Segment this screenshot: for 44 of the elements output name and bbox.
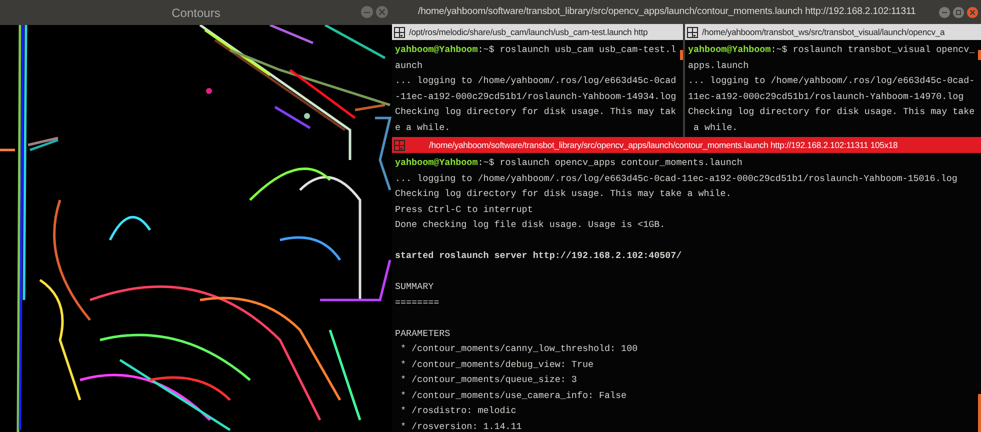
close-button[interactable] [967, 6, 978, 18]
output-line: Checking log directory for disk usage. This may tak [395, 105, 678, 119]
output-line: SUMMARY [395, 280, 435, 294]
output-line: ... logging to /home/yahboom/.ros/log/e663d45c-0cad-11ec-a192-000c29cd51b1/roslaunch-Yahboom-15016.log [395, 172, 958, 186]
output-line: * /contour_moments/canny_low_threshold: 100 [400, 342, 639, 356]
output-line: ... logging to /home/yahboom/.ros/log/e663d45c-0cad- [688, 74, 976, 88]
minimize-button[interactable] [361, 6, 373, 18]
window-title: /home/yahboom/software/transbot_library/src/opencv_apps/launch/contour_moments.launch http://192.168.2.102:11311 [418, 4, 916, 19]
maximize-button[interactable] [953, 6, 964, 18]
output-line: PARAMETERS [395, 326, 452, 340]
pane-title: /opt/ros/melodic/share/usb_cam/launch/usb_cam-test.launch http [409, 28, 648, 36]
output-line: * /contour_moments/queue_size: 3 [400, 373, 578, 387]
close-button[interactable] [376, 6, 388, 18]
output-line: Checking log directory for disk usage. This may take a while. [395, 187, 732, 201]
output-line: Press Ctrl-C to interrupt [395, 202, 534, 216]
output-line: apps.launch [688, 58, 750, 72]
window-title: Contours [172, 4, 220, 22]
output-line: Done checking log file disk usage. Usage is <1GB. [395, 218, 666, 232]
output-line: * /rosversion: 1.14.11 [400, 420, 523, 432]
output-line: * /rosdistro: melodic [400, 404, 518, 418]
scrollbar-thumb[interactable] [680, 50, 683, 60]
output-line: -11ec-a192-000c29cd51b1/roslaunch-Yahboom-14934.log [395, 90, 678, 104]
command-line: yahboom@Yahboom:~$ roslaunch usb_cam usb_cam-test.l [395, 43, 678, 57]
output-line: a while. [692, 120, 739, 134]
scrollbar-thumb[interactable] [978, 394, 981, 432]
pane-title: /home/yahboom/software/transbot_library/src/opencv_apps/launch/contour_moments.launch http://192.168.2.102:11311 105x18 [428, 140, 898, 150]
output-line: * /contour_moments/debug_view: True [400, 358, 594, 372]
command-line: yahboom@Yahboom:~$ roslaunch transbot_visual opencv_ [688, 43, 976, 57]
close-icon [379, 9, 385, 15]
terminal-menu-icon[interactable] [394, 26, 405, 38]
output-line: ... logging to /home/yahboom/.ros/log/e663d45c-0cad [395, 74, 678, 88]
scrollbar-thumb[interactable] [978, 50, 981, 60]
output-line: e a while. [395, 120, 452, 134]
output-line: started roslaunch server http://192.168.2.102:40507/ [395, 249, 683, 263]
minimize-button[interactable] [939, 6, 950, 18]
close-icon [970, 10, 975, 14]
output-line: * /contour_moments/use_camera_info: False [400, 388, 628, 402]
pane-title: /home/yahboom/transbot_ws/src/transbot_visual/launch/opencv_a [702, 28, 945, 36]
output-line: ======== [395, 296, 440, 310]
command-line: yahboom@Yahboom:~$ roslaunch opencv_apps contour_moments.launch [395, 156, 744, 170]
output-line: aunch [395, 58, 424, 72]
terminal-menu-icon[interactable] [687, 26, 698, 38]
output-line: 11ec-a192-000c29cd51b1/roslaunch-Yahboom-14970.log [688, 90, 965, 104]
output-line: Checking log directory for disk usage. This may take [688, 105, 976, 119]
